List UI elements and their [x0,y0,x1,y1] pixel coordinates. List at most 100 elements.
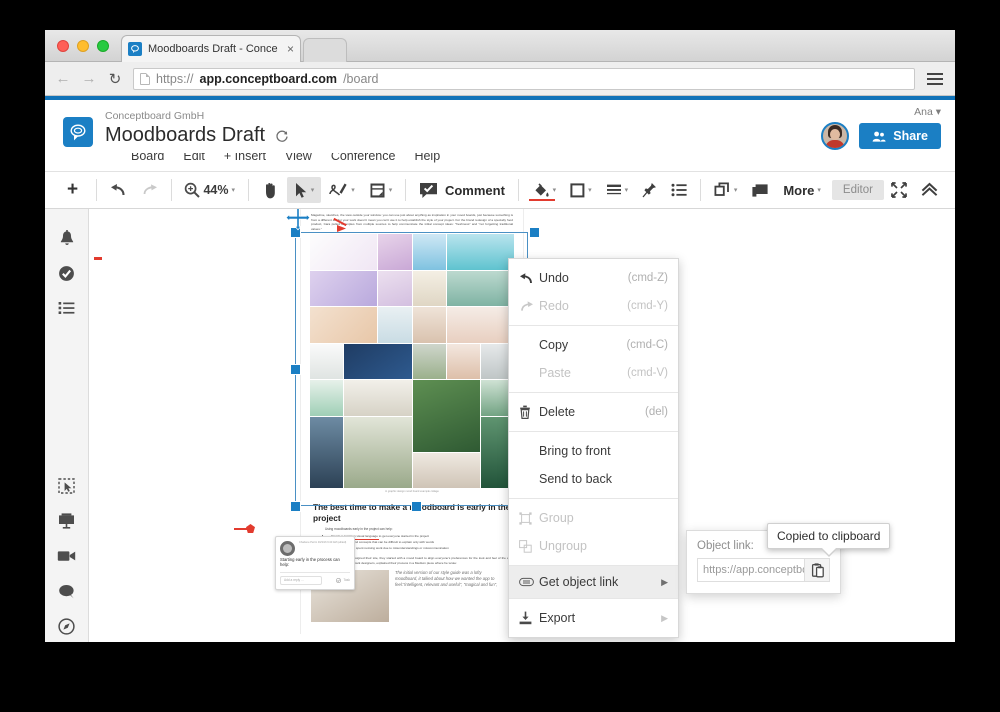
shape-button[interactable]: ▾ [563,177,599,203]
resize-handle-top-right[interactable] [529,227,540,238]
user-menu[interactable]: Ana ▾ [821,106,941,118]
collage-caption: in graphic design mood board example col… [385,490,439,494]
select-tool-button[interactable]: ▾ [286,177,322,203]
pan-tool-button[interactable] [255,177,287,203]
minimize-window-button[interactable] [77,40,89,52]
fill-color-button[interactable]: ▾ [525,177,564,203]
comment-card[interactable]: Charlene Perrin 3/23/16 9:43 AM (edited)… [275,536,355,590]
browser-tab-active[interactable]: Moodboards Draft - Conce × [121,35,301,62]
copy-to-clipboard-button[interactable] [804,558,830,582]
context-menu-item-send-to-back[interactable]: Send to back [509,465,678,493]
resize-handle-left[interactable] [290,364,301,375]
select-area-icon[interactable] [54,473,80,499]
redo-icon [519,300,539,312]
context-menu-item-undo[interactable]: Undo (cmd-Z) [509,264,678,292]
comment-icon [419,182,438,199]
context-menu-label: Group [539,511,574,525]
list-button[interactable] [664,177,694,203]
editor-role-button[interactable]: Editor [831,180,884,200]
note-tool-button[interactable]: ▾ [362,177,400,203]
context-menu-item-copy[interactable]: Copy (cmd-C) [509,331,678,359]
chat-icon[interactable] [54,578,80,604]
active-color-underline [528,198,556,201]
comment-task-button[interactable]: Task [336,577,350,583]
zoom-level: 44% [203,183,229,197]
chevron-down-icon: ▾ [733,187,738,194]
context-menu-label: Redo [539,299,569,313]
object-link-input[interactable]: https://app.conceptboard [697,558,804,582]
comment-reply-input[interactable]: Add a reply ... [280,575,322,585]
reload-icon[interactable]: ↻ [107,70,123,88]
submenu-arrow-icon: ▶ [661,576,668,587]
context-menu[interactable]: Undo (cmd-Z) Redo (cmd-Y) Copy (cmd-C) P… [508,258,679,638]
compass-icon[interactable] [54,613,80,639]
presentation-icon[interactable] [54,508,80,534]
chevron-down-icon: ▾ [310,187,315,194]
back-icon[interactable]: ← [55,70,71,87]
context-menu-label: Export [539,611,576,625]
url-path: /board [343,71,379,86]
comment-button[interactable]: Comment [412,177,512,203]
conceptboard-logo-icon[interactable] [63,117,93,147]
browser-menu-icon[interactable] [925,71,945,87]
page-icon [140,72,150,85]
list-icon[interactable] [54,295,80,321]
moodboard-image[interactable] [310,234,514,489]
zoom-in-icon [184,182,201,198]
duplicate-button[interactable]: ▾ [707,177,745,203]
close-tab-icon[interactable]: × [283,42,294,56]
redo-button [134,177,165,203]
context-menu-item-get-object-link[interactable]: Get object link ▶ [509,566,678,598]
comment-author: Charlene Perrin 3/23/16 9:43 AM (edited) [299,541,347,544]
context-menu-item-export[interactable]: Export ▶ [509,604,678,632]
layers-button[interactable] [744,177,776,203]
pin-button[interactable] [635,177,664,203]
bell-icon[interactable] [54,225,80,251]
context-menu-group: Get object link ▶ [509,566,678,599]
app-toolbar: + 44% ▾ ▾ ▾ ▾ Comment ▾ ▾ ▾ ▾ More ▾ Edi… [45,171,955,209]
move-handle[interactable] [285,209,311,231]
annotation-mark [94,257,102,260]
chevron-down-icon: ▾ [935,106,941,118]
browser-tab-inactive[interactable] [303,38,347,62]
line-style-button[interactable]: ▾ [599,177,636,203]
context-menu-item-redo: Redo (cmd-Y) [509,292,678,320]
pen-tool-button[interactable]: ▾ [321,177,362,203]
avatar[interactable] [821,122,850,150]
browser-window: Moodboards Draft - Conce × ← → ↻ https:/… [45,30,955,642]
context-menu-label: Ungroup [539,539,587,553]
video-camera-icon[interactable] [54,543,80,569]
add-button[interactable]: + [55,177,90,203]
collapse-toolbar-button[interactable] [914,177,945,203]
copied-tooltip: Copied to clipboard [767,523,891,557]
share-button[interactable]: Share [859,123,941,149]
url-input[interactable]: https:// app.conceptboard.com/board [133,67,915,90]
zoom-control[interactable]: 44% ▾ [177,177,242,203]
undo-button[interactable] [103,177,134,203]
browser-titlebar: Moodboards Draft - Conce × [45,30,955,62]
document-quote: The initial version of our style guide w… [395,569,498,588]
context-menu-item-bring-to-front[interactable]: Bring to front [509,437,678,465]
fullscreen-button[interactable] [884,177,914,203]
more-button[interactable]: More ▾ [776,177,828,203]
check-circle-icon[interactable] [54,260,80,286]
sidebar-bottom-group [45,473,88,642]
resize-handle-bottom-left[interactable] [290,501,301,512]
export-icon [519,611,539,625]
context-menu-item-delete[interactable]: Delete (del) [509,398,678,426]
url-prefix: https:// [156,71,194,86]
forward-icon[interactable]: → [81,70,97,87]
comment-avatar [280,541,295,556]
context-menu-label: Send to back [539,472,612,486]
context-menu-group: Undo (cmd-Z) Redo (cmd-Y) [509,259,678,326]
app-header: Conceptboard GmbH Moodboards Draft Ana ▾ [45,100,955,153]
page-title: Moodboards Draft [105,123,289,148]
submenu-arrow-icon: ▶ [661,612,668,623]
context-menu-label: Undo [539,271,569,285]
url-domain: app.conceptboard.com [199,71,338,86]
undo-icon [519,272,539,284]
clipboard-icon [811,562,824,578]
maximize-window-button[interactable] [97,40,109,52]
resize-handle-bottom[interactable] [411,501,422,512]
close-window-button[interactable] [57,40,69,52]
